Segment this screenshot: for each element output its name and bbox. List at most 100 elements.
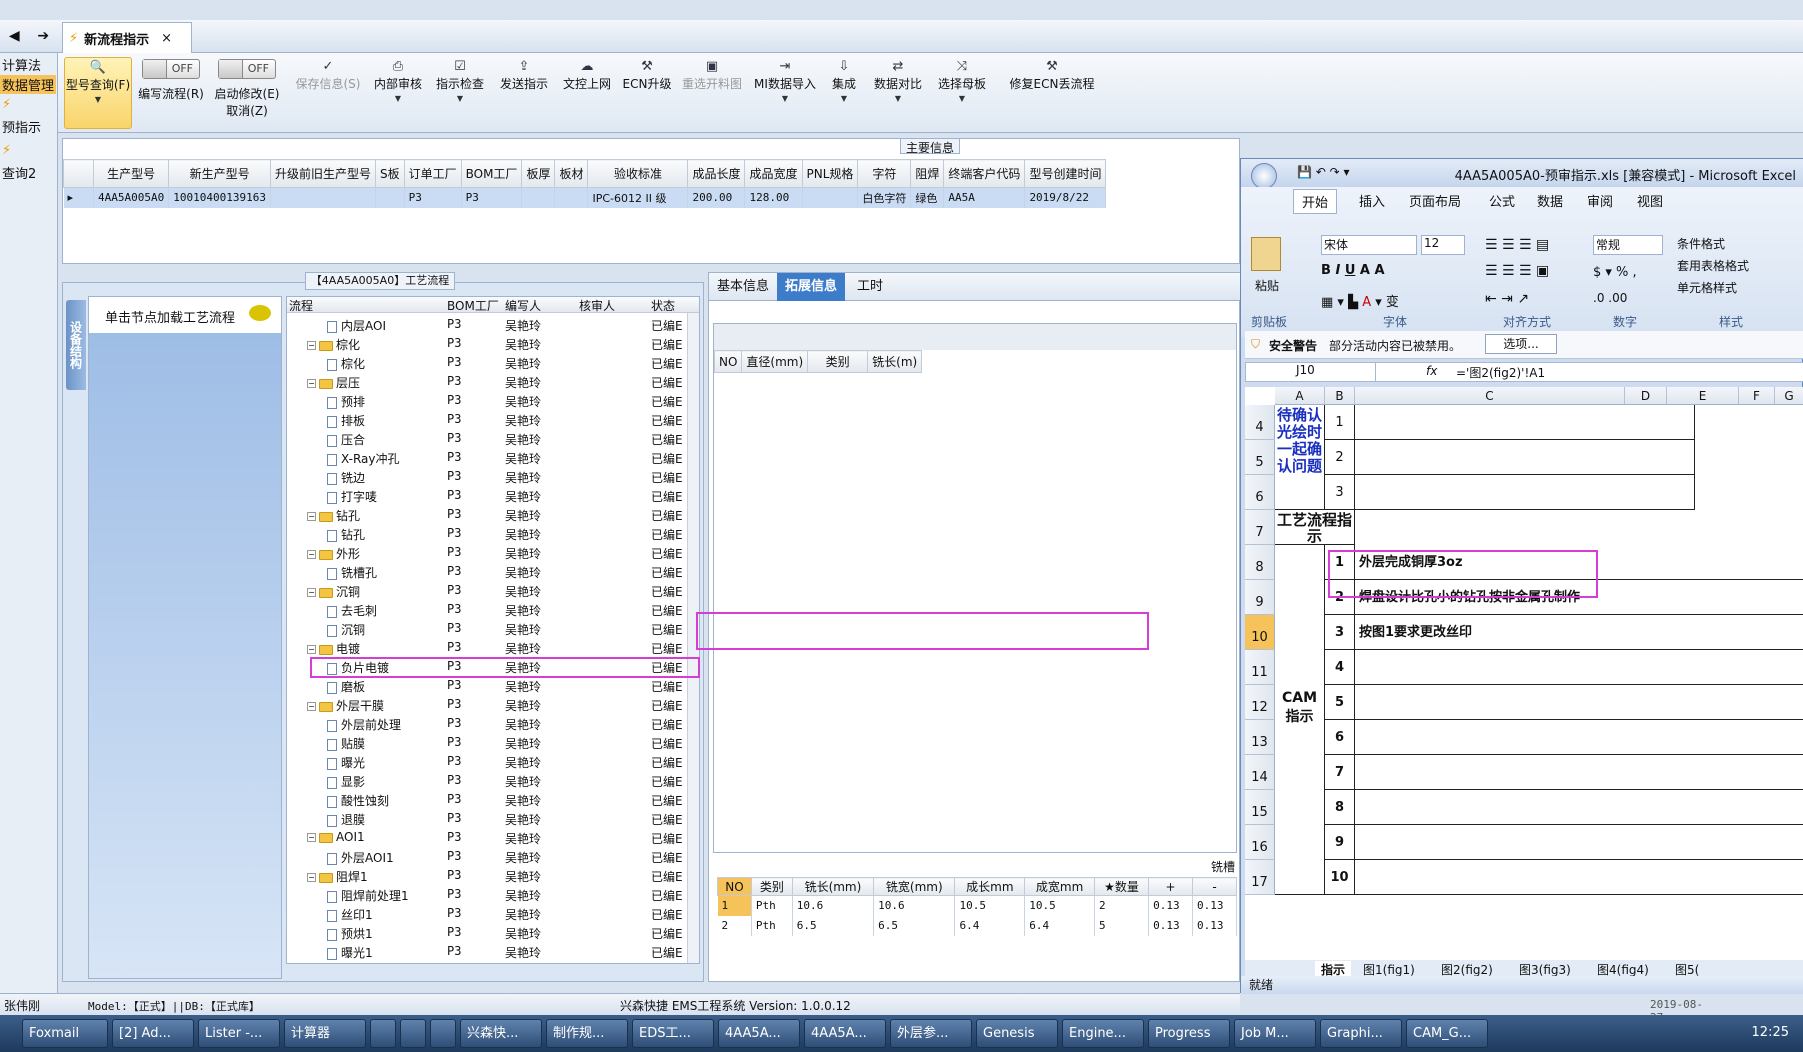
column-header[interactable]: F	[1739, 387, 1775, 405]
sheet-cell[interactable]: 3	[1325, 615, 1355, 650]
row-header[interactable]: 9	[1245, 580, 1275, 615]
sheet-cell[interactable]	[1355, 440, 1695, 475]
align-icons[interactable]: ☰ ☰ ☰ ▤	[1485, 237, 1549, 253]
cam-label-cell[interactable]: CAM指示	[1275, 545, 1325, 895]
tree-row[interactable]: − 电镀 P3 吴艳玲 已编E	[287, 638, 687, 657]
tree-row[interactable]: 贴膜 P3 吴艳玲 已编E	[287, 733, 687, 752]
tab-work-hours[interactable]: 工时	[849, 273, 891, 301]
collapse-icon[interactable]: −	[307, 702, 316, 711]
tree-row[interactable]: 丝印1 P3 吴艳玲 已编E	[287, 904, 687, 923]
row-header[interactable]: 4	[1245, 405, 1275, 440]
column-header[interactable]: A	[1275, 387, 1325, 405]
ribbon-tab-insert[interactable]: 插入	[1359, 191, 1385, 210]
collapse-icon[interactable]: −	[307, 833, 316, 842]
sheet-cell[interactable]	[1355, 405, 1695, 440]
sheet-tab[interactable]: 图1(fig1)	[1357, 961, 1421, 976]
column-header[interactable]: 升级前旧生产型号	[269, 159, 376, 188]
decimal-icons[interactable]: .0 .00	[1593, 291, 1627, 305]
tree-row[interactable]: − 钻孔 P3 吴艳玲 已编E	[287, 505, 687, 524]
column-header[interactable]: 直径(mm)	[741, 350, 809, 373]
column-header[interactable]: 铣宽(mm)	[873, 877, 956, 896]
column-header[interactable]: 阻焊	[910, 159, 945, 188]
taskbar-button[interactable]	[400, 1019, 426, 1048]
sheet-cell[interactable]: 1	[1325, 405, 1355, 440]
tree-row[interactable]: 外层AOI1 P3 吴艳玲 已编E	[287, 847, 687, 866]
security-options-button[interactable]: 选项...	[1485, 334, 1557, 354]
sheet-tab[interactable]: 指示	[1315, 961, 1352, 976]
mi-data-import-button[interactable]: ⇥ MI数据导入 ▼	[750, 57, 820, 129]
tree-row[interactable]: 阻焊前处理1 P3 吴艳玲 已编E	[287, 885, 687, 904]
sheet-cell[interactable]: 8	[1325, 790, 1355, 825]
row-header[interactable]: 12	[1245, 685, 1275, 720]
column-header[interactable]: BOM工厂	[447, 297, 499, 314]
tree-row[interactable]: 磨板 P3 吴艳玲 已编E	[287, 676, 687, 695]
function-icon[interactable]: fx	[1426, 364, 1437, 378]
tree-row[interactable]: 显影 P3 吴艳玲 已编E	[287, 771, 687, 790]
tree-row[interactable]: 排板 P3 吴艳玲 已编E	[287, 410, 687, 429]
flow-label-cell[interactable]: 工艺流程指示	[1275, 510, 1355, 545]
align-icons-2[interactable]: ☰ ☰ ☰ ▣	[1485, 263, 1549, 279]
column-header[interactable]: NO	[717, 877, 752, 896]
sheet-cell[interactable]: 4	[1325, 650, 1355, 685]
model-query-button[interactable]: 🔍 型号查询(F) ▼	[64, 57, 132, 129]
column-header[interactable]: 验收标准	[587, 159, 689, 188]
sheet-cell[interactable]: 7	[1325, 755, 1355, 790]
column-header[interactable]: 成宽mm	[1024, 877, 1095, 896]
tree-row[interactable]: − 沉铜 P3 吴艳玲 已编E	[287, 581, 687, 600]
collapse-icon[interactable]: −	[307, 379, 316, 388]
column-header[interactable]: S板	[374, 159, 405, 188]
tree-row[interactable]: 内层AOI P3 吴艳玲 已编E	[287, 315, 687, 334]
sheet-cell[interactable]: 2	[1325, 440, 1355, 475]
start-modify-toggle[interactable]: OFF 启动修改(E) 取消(Z)	[210, 57, 284, 129]
row-header[interactable]: 13	[1245, 720, 1275, 755]
ribbon-tab-page-layout[interactable]: 页面布局	[1409, 191, 1461, 210]
sheet-cell[interactable]: 6	[1325, 720, 1355, 755]
column-header[interactable]: 铣长(mm)	[791, 877, 875, 896]
column-header[interactable]: 订单工厂	[403, 159, 462, 188]
data-compare-button[interactable]: ⇄ 数据对比 ▼	[868, 57, 928, 129]
tree-row[interactable]: − 外形 P3 吴艳玲 已编E	[287, 543, 687, 562]
table-format-button[interactable]: 套用表格格式	[1677, 257, 1749, 274]
table-row[interactable]: 1 Pth 10.6 10.6 10.5 10.5 2 0.13 0.13	[717, 895, 1237, 916]
column-header[interactable]: -	[1192, 877, 1237, 896]
name-box[interactable]: J10	[1246, 363, 1376, 381]
tree-row[interactable]: 曝光 P3 吴艳玲 已编E	[287, 752, 687, 771]
taskbar-button[interactable]: 兴森快...	[460, 1019, 542, 1048]
sheet-cell[interactable]	[1355, 790, 1803, 825]
collapse-icon[interactable]: −	[307, 341, 316, 350]
taskbar-button[interactable]	[430, 1019, 456, 1048]
sheet-cell[interactable]	[1355, 650, 1803, 685]
tree-row[interactable]: − 外层干膜 P3 吴艳玲 已编E	[287, 695, 687, 714]
taskbar-button[interactable]: 计算器	[284, 1019, 366, 1048]
paste-icon[interactable]	[1251, 237, 1281, 271]
column-header[interactable]: C	[1355, 387, 1625, 405]
cell-style-button[interactable]: 单元格样式	[1677, 279, 1737, 296]
column-header[interactable]: 流程	[289, 297, 313, 314]
row-header[interactable]: 6	[1245, 475, 1275, 510]
row-header[interactable]: 17	[1245, 860, 1275, 895]
column-header[interactable]: 类别	[750, 877, 793, 896]
column-header[interactable]: 生产型号	[92, 159, 170, 188]
tree-row[interactable]: 打字唛 P3 吴艳玲 已编E	[287, 486, 687, 505]
close-icon[interactable]: ×	[161, 31, 172, 46]
column-header[interactable]: B	[1325, 387, 1355, 405]
tree-row[interactable]: 曝光1 P3 吴艳玲 已编E	[287, 942, 687, 961]
table-row[interactable]: 2 Pth 6.5 6.5 6.4 6.4 5 0.13 0.13	[717, 915, 1237, 936]
tree-row[interactable]: 预烘1 P3 吴艳玲 已编E	[287, 923, 687, 942]
sheet-cell[interactable]: 5	[1325, 685, 1355, 720]
formula-input[interactable]: ='图2(fig2)'!A1	[1456, 364, 1545, 381]
ribbon-tab-data[interactable]: 数据	[1537, 191, 1563, 210]
back-arrow-icon[interactable]: ◀	[9, 28, 20, 44]
row-header[interactable]: 14	[1245, 755, 1275, 790]
column-header[interactable]: 字符	[857, 159, 912, 188]
fix-ecn-lost-flow-button[interactable]: ⚒ 修复ECN丢流程	[996, 57, 1108, 129]
quick-access-icons[interactable]: 💾 ↶ ↷ ▾	[1297, 165, 1350, 179]
column-header[interactable]: 铣长(m)	[867, 350, 923, 373]
column-header[interactable]: ★数量	[1093, 877, 1150, 896]
column-header[interactable]: 成长mm	[954, 877, 1026, 896]
sheet-tab[interactable]: 图2(fig2)	[1435, 961, 1499, 976]
collapse-icon[interactable]: −	[307, 512, 316, 521]
tab-basic-info[interactable]: 基本信息	[709, 273, 777, 301]
nav-item-calc[interactable]: 计算法	[0, 55, 56, 74]
ribbon-tab-review[interactable]: 审阅	[1587, 191, 1613, 210]
